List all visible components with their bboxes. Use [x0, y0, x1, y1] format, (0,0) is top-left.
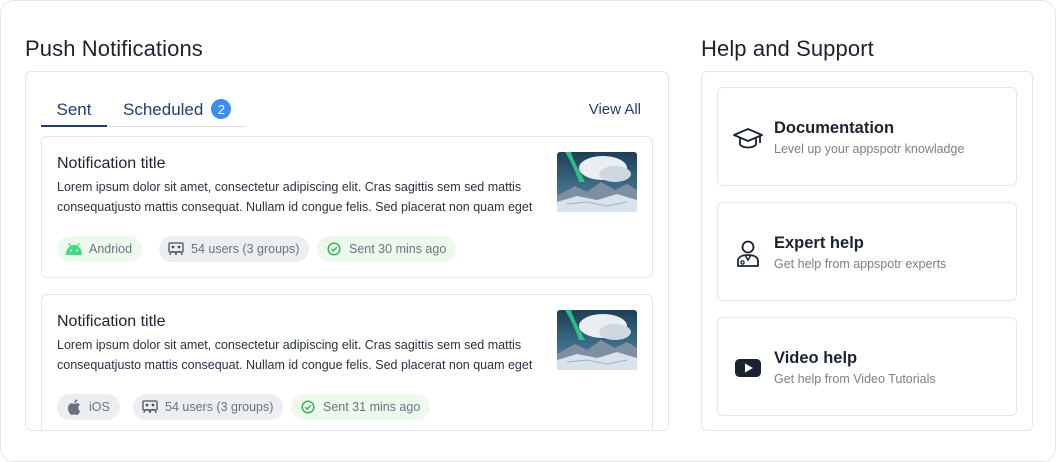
tab-sent-label: Sent	[56, 100, 92, 119]
check-circle-icon	[325, 240, 343, 258]
scheduled-count-badge: 2	[211, 99, 232, 119]
tab-sent[interactable]: Sent	[41, 94, 107, 127]
notification-card[interactable]: Notification title Lorem ipsum dolor sit…	[41, 294, 653, 430]
notification-body-line: Lorem ipsum dolor sit amet, consectetur …	[57, 338, 522, 352]
push-notifications-title: Push Notifications	[25, 36, 203, 61]
notification-title: Notification title	[57, 313, 166, 330]
notification-body-line: consequatjusto mattis consequat. Nullam …	[57, 357, 533, 372]
notification-title: Notification title	[57, 155, 166, 172]
android-icon	[65, 240, 83, 258]
sent-status-chip: Sent 30 mins ago	[317, 236, 457, 262]
video-help-title: Video help	[774, 349, 858, 367]
documentation-card[interactable]: Documentation Level up your appspotr kno…	[717, 87, 1017, 186]
platform-chip: iOS	[57, 394, 120, 420]
push-notifications-panel: Sent Scheduled 2 View All Notification t…	[25, 71, 669, 431]
expert-help-title: Expert help	[774, 234, 864, 252]
platform-label: iOS	[89, 400, 110, 414]
platform-label: Andriod	[89, 242, 133, 256]
sent-status-label: Sent 30 mins ago	[349, 242, 447, 256]
video-help-card[interactable]: Video help Get help from Video Tutorials	[717, 317, 1017, 416]
help-support-panel: Documentation Level up your appspotr kno…	[701, 71, 1033, 431]
notification-tabs: Sent Scheduled 2	[41, 94, 245, 127]
sent-status-chip: Sent 31 mins ago	[291, 394, 431, 420]
documentation-title: Documentation	[774, 119, 895, 137]
audience-label: 54 users (3 groups)	[191, 242, 300, 256]
notification-body-line: Lorem ipsum dolor sit amet, consectetur …	[57, 180, 522, 194]
check-circle-icon	[299, 398, 317, 416]
apple-icon	[65, 398, 83, 416]
view-all-link[interactable]: View All	[589, 101, 641, 118]
user-icon	[732, 237, 764, 269]
documentation-subtitle: Level up your appspotr knowladge	[774, 142, 965, 156]
video-help-subtitle: Get help from Video Tutorials	[774, 372, 936, 386]
notification-body: Lorem ipsum dolor sit amet, consectetur …	[57, 178, 547, 217]
notification-card[interactable]: Notification title Lorem ipsum dolor sit…	[41, 136, 653, 278]
users-icon	[141, 398, 159, 416]
notification-image	[557, 152, 637, 212]
audience-label: 54 users (3 groups)	[165, 400, 274, 414]
tab-scheduled-label: Scheduled	[123, 100, 204, 119]
expert-help-subtitle: Get help from appspotr experts	[774, 257, 947, 271]
youtube-icon	[732, 352, 764, 384]
notification-body-line: consequatjusto mattis consequat. Nullam …	[57, 199, 533, 214]
graduation-cap-icon	[732, 122, 764, 154]
help-support-title: Help and Support	[701, 36, 874, 61]
expert-help-card[interactable]: Expert help Get help from appspotr exper…	[717, 202, 1017, 301]
sent-status-label: Sent 31 mins ago	[323, 400, 421, 414]
platform-chip: Andriod	[57, 236, 143, 262]
notification-image	[557, 310, 637, 370]
users-icon	[167, 240, 185, 258]
dashboard-frame: Push Notifications Sent Scheduled 2 View…	[0, 0, 1056, 462]
notification-body: Lorem ipsum dolor sit amet, consectetur …	[57, 336, 547, 375]
audience-chip: 54 users (3 groups)	[133, 394, 284, 420]
tab-scheduled[interactable]: Scheduled 2	[123, 94, 245, 127]
audience-chip: 54 users (3 groups)	[159, 236, 310, 262]
